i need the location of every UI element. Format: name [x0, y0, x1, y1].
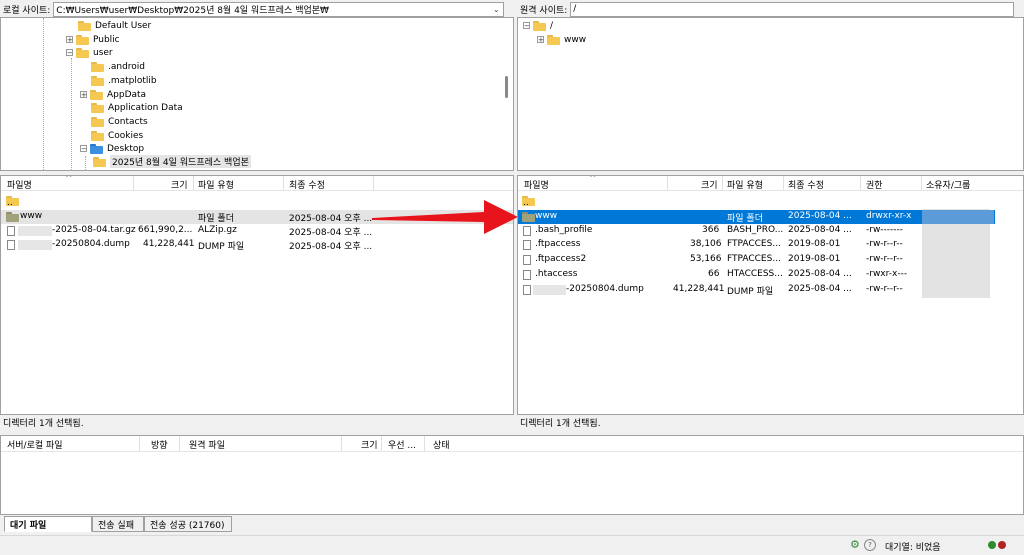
col-remote-file[interactable]: 원격 파일	[189, 438, 225, 451]
file-icon	[523, 255, 531, 265]
folder-icon	[90, 89, 103, 100]
remote-tree-panel[interactable]: − / + www	[517, 17, 1024, 171]
sort-up-icon: ^	[589, 175, 597, 184]
folder-icon	[76, 47, 89, 58]
tab-failed-transfers[interactable]: 전송 실패	[92, 516, 144, 532]
folder-icon	[533, 20, 546, 31]
folder-icon	[91, 61, 104, 72]
expand-icon[interactable]: +	[537, 36, 544, 44]
folder-icon	[6, 212, 19, 222]
status-bar: ⚙ ? 대기열: 비었음	[0, 535, 1024, 555]
tree-item-user[interactable]: − user	[66, 46, 113, 59]
col-modified[interactable]: 최종 수정	[289, 178, 325, 191]
remote-path-input[interactable]: /	[570, 1, 1015, 17]
local-list-header: 파일명 ^ 크기 파일 유형 최종 수정	[1, 175, 513, 191]
folder-icon	[93, 156, 106, 167]
green-light-icon	[988, 541, 996, 549]
remote-file-list[interactable]: 파일명 ^ 크기 파일 유형 최종 수정 권한 소유자/그룹 .. www 파일…	[517, 175, 1024, 415]
tree-item-matplotlib[interactable]: .matplotlib	[91, 74, 157, 87]
remote-status: 디렉터리 1개 선택됨.	[520, 419, 601, 429]
redacted-blur	[18, 240, 52, 250]
col-type[interactable]: 파일 유형	[727, 178, 763, 191]
folder-icon	[91, 102, 104, 113]
col-priority[interactable]: 우선 ...	[388, 438, 416, 451]
file-icon	[523, 226, 531, 236]
tree-item-backup[interactable]: 2025년 8월 4일 워드프레스 백업본	[93, 155, 251, 168]
col-server-local-file[interactable]: 서버/로컬 파일	[7, 438, 63, 451]
file-icon	[523, 285, 531, 295]
tree-item-cookies[interactable]: Cookies	[91, 129, 143, 142]
col-type[interactable]: 파일 유형	[198, 178, 234, 191]
expand-icon[interactable]: +	[80, 91, 87, 99]
col-size[interactable]: 크기	[171, 178, 188, 191]
redacted-blur	[18, 226, 52, 236]
red-light-icon	[998, 541, 1006, 549]
local-status: 디렉터리 1개 선택됨.	[3, 419, 84, 429]
collapse-icon[interactable]: −	[80, 145, 87, 153]
local-tree-scrollbar[interactable]	[501, 18, 513, 170]
gear-icon: ⚙	[850, 538, 860, 551]
file-icon	[523, 240, 531, 250]
folder-icon	[76, 34, 89, 45]
col-size[interactable]: 크기	[361, 438, 378, 451]
col-name[interactable]: 파일명	[7, 178, 32, 191]
remote-list-header: 파일명 ^ 크기 파일 유형 최종 수정 권한 소유자/그룹	[518, 175, 1023, 191]
col-size[interactable]: 크기	[701, 178, 718, 191]
redacted-blur	[533, 285, 566, 295]
sort-up-icon: ^	[65, 175, 73, 184]
file-icon	[7, 226, 15, 236]
tree-item-appdata[interactable]: + AppData	[80, 88, 146, 101]
question-icon: ?	[864, 539, 876, 551]
file-icon	[523, 270, 531, 280]
col-modified[interactable]: 최종 수정	[788, 178, 824, 191]
tree-item-application-data[interactable]: Application Data	[91, 101, 183, 114]
file-icon	[7, 240, 15, 250]
collapse-icon[interactable]: −	[523, 22, 530, 30]
collapse-icon[interactable]: −	[66, 49, 73, 57]
tab-successful-transfers[interactable]: 전송 성공 (21760)	[144, 516, 232, 532]
local-site-label: 로컬 사이트:	[3, 5, 51, 16]
local-site-bar: 로컬 사이트: C:₩Users₩user₩Desktop₩2025년 8월 4…	[0, 0, 514, 18]
folder-icon	[522, 212, 535, 222]
tree-item-android[interactable]: .android	[91, 60, 145, 73]
col-direction[interactable]: 방향	[151, 438, 168, 451]
folder-icon	[91, 130, 104, 141]
tree-item-public[interactable]: + Public	[66, 33, 120, 46]
owner-redacted-highlight	[922, 210, 994, 224]
expand-icon[interactable]: +	[66, 36, 73, 44]
tree-item-www[interactable]: + www	[537, 33, 586, 46]
tree-item-root[interactable]: − /	[523, 19, 553, 32]
col-status[interactable]: 상태	[433, 438, 450, 451]
arrow-annotation	[372, 200, 518, 234]
tree-item-contacts[interactable]: Contacts	[91, 115, 148, 128]
folder-icon	[91, 116, 104, 127]
queue-header: 서버/로컬 파일 방향 원격 파일 크기 우선 ... 상태	[1, 436, 1023, 452]
chevron-down-icon[interactable]: ⌄	[490, 2, 503, 16]
folder-icon	[547, 34, 560, 45]
col-name[interactable]: 파일명	[524, 178, 549, 191]
col-owner[interactable]: 소유자/그룹	[926, 178, 970, 191]
tab-queued-files[interactable]: 대기 파일	[4, 516, 92, 532]
local-path-input[interactable]: C:₩Users₩user₩Desktop₩2025년 8월 4일 워드프레스 …	[53, 1, 505, 17]
transfer-queue-panel[interactable]: 서버/로컬 파일 방향 원격 파일 크기 우선 ... 상태	[0, 435, 1024, 515]
remote-path-value: /	[573, 4, 577, 14]
local-path-value: C:₩Users₩user₩Desktop₩2025년 8월 4일 워드프레스 …	[56, 5, 329, 16]
folder-icon	[91, 75, 104, 86]
col-perms[interactable]: 권한	[866, 178, 883, 191]
folder-icon	[78, 20, 91, 31]
file-row-parent[interactable]: ..	[518, 194, 1023, 208]
desktop-folder-icon	[90, 143, 103, 154]
file-row-dump[interactable]: -20250804.dump 41,228,441 DUMP 파일 2025-0…	[1, 238, 513, 252]
remote-site-label: 원격 사이트:	[520, 5, 568, 16]
tree-item-desktop[interactable]: − Desktop	[80, 142, 144, 155]
remote-site-bar: 원격 사이트: /	[517, 0, 1024, 18]
local-tree-panel[interactable]: Default User + Public − user .android .m…	[0, 17, 514, 171]
queue-status: 대기열: 비었음	[885, 543, 941, 553]
tree-item-default-user[interactable]: Default User	[78, 19, 151, 32]
